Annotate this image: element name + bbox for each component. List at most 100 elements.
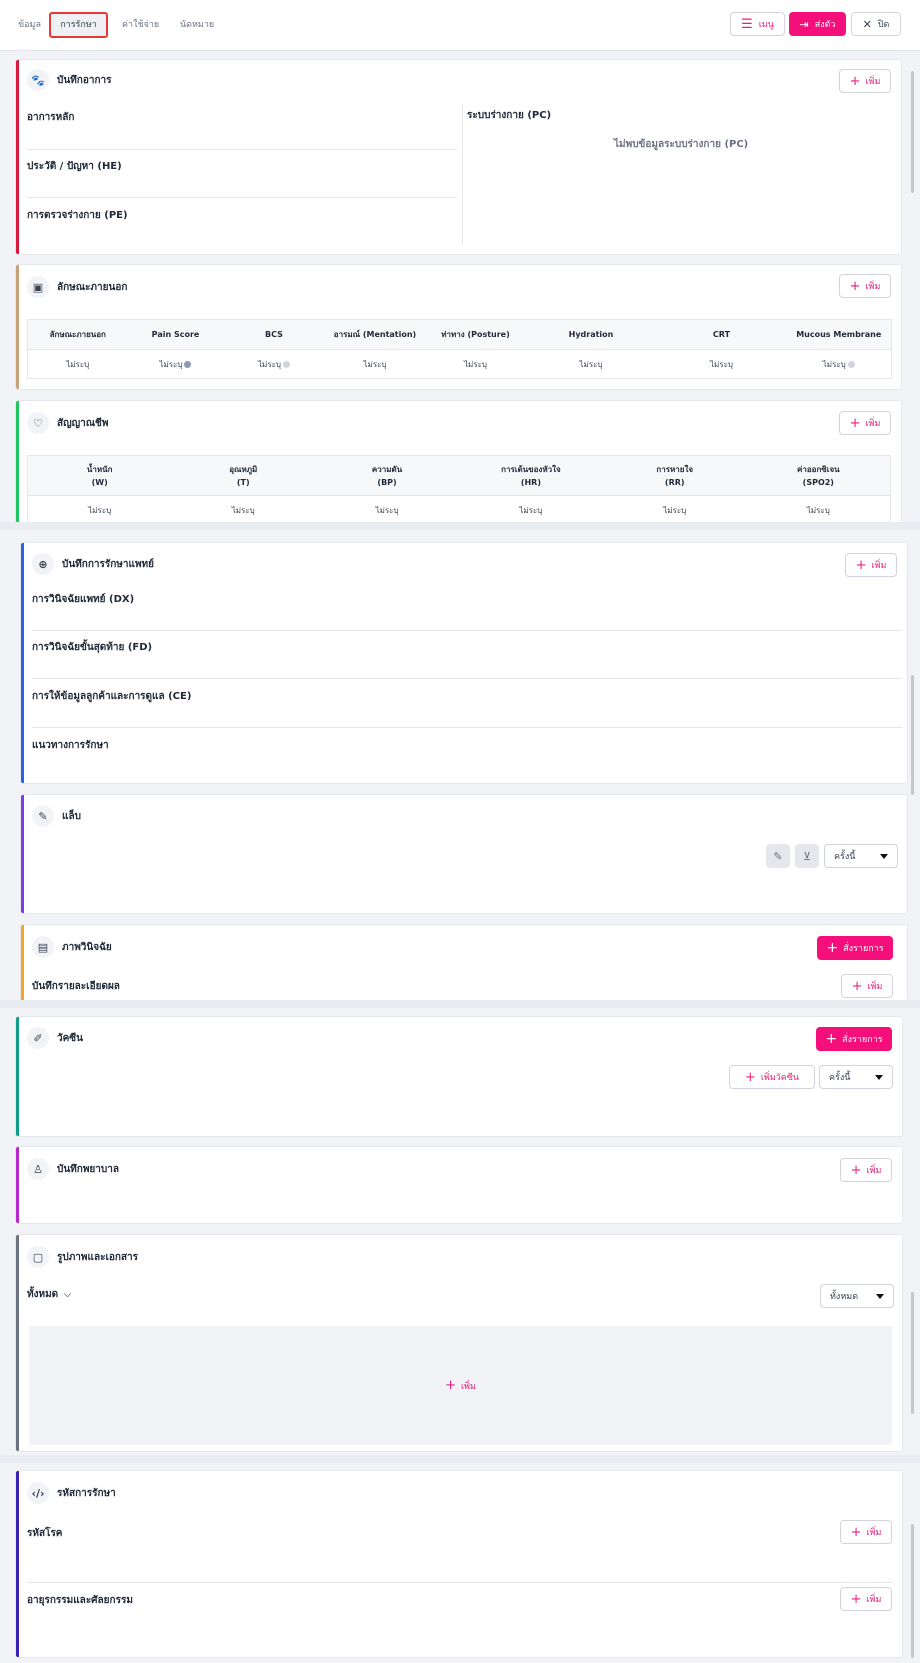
caret-down-icon xyxy=(876,1293,884,1299)
plus-icon: + xyxy=(849,73,861,89)
top-bar: ข้อมูล การรักษา ค่าใช้จ่าย นัดหมาย ☰ เมน… xyxy=(0,0,920,51)
card-accent-bar xyxy=(16,401,19,523)
chevron-down-icon: ⌵ xyxy=(64,1289,71,1300)
card-title: ภาพวินิจฉัย xyxy=(62,941,112,953)
hamburger-icon: ☰ xyxy=(741,16,753,32)
status-dot-icon xyxy=(184,360,192,368)
paw-icon: 🐾 xyxy=(27,69,49,91)
documents-card: ▢ รูปภาพและเอกสาร ทั้งหมด ⌵ ทั้งหมด + เพ… xyxy=(15,1234,903,1452)
tab-treatment[interactable]: การรักษา xyxy=(49,12,108,38)
card-title: วัคซีน xyxy=(57,1032,83,1044)
chief-complaint-label: อาการหลัก xyxy=(27,112,75,123)
scrollbar[interactable] xyxy=(911,71,914,193)
status-dot-icon xyxy=(282,360,290,368)
appearance-card: ▣ ลักษณะภายนอก + เพิ่ม ลักษณะภายนอก Pain … xyxy=(15,264,902,390)
download-icon[interactable]: ⊻ xyxy=(795,844,819,868)
plus-icon: + xyxy=(849,415,861,431)
card-title: แล็บ xyxy=(62,810,81,822)
card-title: สัญญาณชีพ xyxy=(57,417,109,429)
xray-icon: ▤ xyxy=(32,936,54,958)
card-accent-bar xyxy=(16,1471,19,1657)
medical-record-icon: ⊕ xyxy=(32,553,54,575)
add-button[interactable]: + เพิ่ม xyxy=(840,1158,892,1182)
scrollbar[interactable] xyxy=(911,1524,914,1658)
add-button[interactable]: + เพิ่ม xyxy=(840,1587,892,1611)
body-system-label: ระบบร่างกาย (PC) xyxy=(467,110,552,121)
table-header-row: น้ำหนัก (W) อุณหภูมิ (T) ความดัน (BP) การเต… xyxy=(27,455,891,496)
transfer-button[interactable]: ⇥ ส่งตัว xyxy=(789,12,846,36)
status-dot-icon xyxy=(847,360,855,368)
heartbeat-icon: ♡ xyxy=(27,412,49,434)
card-title: รหัสการรักษา xyxy=(57,1487,116,1499)
card-accent-bar xyxy=(16,1147,19,1223)
document-icon: ▢ xyxy=(27,1246,49,1268)
final-diagnosis-label: การวินิจฉัยขั้นสุดท้าย (FD) xyxy=(32,642,153,653)
order-button[interactable]: + สั่งรายการ xyxy=(816,1027,892,1051)
card-title: บันทึกอาการ xyxy=(57,74,112,86)
vaccine-card: ✐ วัคซีน + สั่งรายการ + เพิ่มวัคซีน ครั้งน… xyxy=(15,1016,903,1137)
add-button[interactable]: + เพิ่ม xyxy=(839,69,891,93)
add-button[interactable]: + เพิ่ม xyxy=(840,1520,892,1544)
add-vaccine-button[interactable]: + เพิ่มวัคซีน xyxy=(729,1065,815,1089)
disease-code-label: รหัสโรค xyxy=(27,1528,63,1539)
table-row: ไม่ระบุ ไม่ระบุ ไม่ระบุ ไม่ระบุ ไม่ระบุ … xyxy=(88,505,830,515)
plus-icon: + xyxy=(850,1162,862,1178)
card-accent-bar xyxy=(21,543,24,783)
card-title: รูปภาพและเอกสาร xyxy=(57,1251,139,1263)
caret-down-icon xyxy=(875,1074,883,1080)
treatment-plan-label: แนวทางการรักษา xyxy=(32,740,109,751)
card-accent-bar xyxy=(21,925,24,1001)
card-accent-bar xyxy=(16,265,19,389)
plus-icon: + xyxy=(825,1031,838,1047)
add-button[interactable]: + เพิ่ม xyxy=(839,411,891,435)
tab-info[interactable]: ข้อมูล xyxy=(10,12,49,38)
card-accent-bar xyxy=(16,60,19,254)
document-filter-select[interactable]: ทั้งหมด xyxy=(820,1284,894,1308)
client-education-label: การให้ข้อมูลลูกค้าและการดูแล (CE) xyxy=(32,691,192,702)
syringe-icon: ✐ xyxy=(27,1027,49,1049)
upload-dropzone[interactable]: + เพิ่ม xyxy=(29,1326,892,1445)
lab-card: ✎ แล็บ ✎ ⊻ ครั้งนี้ xyxy=(20,794,908,914)
vitals-table: น้ำหนัก (W) อุณหภูมิ (T) ความดัน (BP) การเต… xyxy=(27,455,891,523)
card-accent-bar xyxy=(21,795,24,913)
add-button[interactable]: + เพิ่ม xyxy=(839,274,891,298)
result-detail-label: บันทึกรายละเอียดผล xyxy=(32,981,120,992)
tab-appointments[interactable]: นัดหมาย xyxy=(172,12,222,38)
vitals-card: ♡ สัญญาณชีพ + เพิ่ม น้ำหนัก (W) อุณหภูมิ (T… xyxy=(15,400,902,524)
scrollbar[interactable] xyxy=(911,1292,914,1414)
order-button[interactable]: + สั่งรายการ xyxy=(817,936,893,960)
plus-icon: + xyxy=(445,1378,456,1393)
add-button[interactable]: + เพิ่ม xyxy=(845,553,897,577)
nursing-card: ♙ บันทึกพยาบาล + เพิ่ม xyxy=(15,1146,903,1224)
plus-icon: + xyxy=(851,978,863,994)
clipboard-icon: ▣ xyxy=(27,276,49,298)
plus-icon: + xyxy=(744,1069,756,1085)
treatment-card: ⊕ บันทึกการรักษาแพทย์ + เพิ่ม การวินิจฉัย… xyxy=(20,542,908,784)
card-title: บันทึกพยาบาล xyxy=(57,1163,119,1175)
tab-expenses[interactable]: ค่าใช้จ่าย xyxy=(114,12,167,38)
card-title: ลักษณะภายนอก xyxy=(57,281,128,293)
body-system-empty: ไม่พบข้อมูลระบบร่างกาย (PC) xyxy=(614,139,749,150)
card-title: บันทึกการรักษาแพทย์ xyxy=(62,558,154,570)
visit-select[interactable]: ครั้งนี้ xyxy=(824,844,898,868)
close-button[interactable]: ✕ ปิด xyxy=(851,12,901,36)
nurse-icon: ♙ xyxy=(27,1158,49,1180)
scrollbar[interactable] xyxy=(911,675,914,795)
plus-icon: + xyxy=(850,1524,862,1540)
add-button[interactable]: + เพิ่ม xyxy=(841,974,893,998)
caret-down-icon xyxy=(880,853,888,859)
category-filter[interactable]: ทั้งหมด ⌵ xyxy=(27,1287,71,1302)
card-accent-bar xyxy=(16,1017,19,1136)
table-row: ไม่ระบุ ไม่ระบุ ไม่ระบุ ไม่ระบุ ไม่ระบุ … xyxy=(28,350,892,379)
plus-icon: + xyxy=(855,557,867,573)
diagnosis-label: การวินิจฉัยแพทย์ (DX) xyxy=(32,594,135,605)
transfer-icon: ⇥ xyxy=(799,17,809,31)
appearance-table: ลักษณะภายนอก Pain Score BCS อารมณ์ (Ment… xyxy=(27,319,892,379)
menu-button[interactable]: ☰ เมนู xyxy=(730,12,785,36)
plus-icon: + xyxy=(849,278,861,294)
plus-icon: + xyxy=(850,1591,862,1607)
edit-icon[interactable]: ✎ xyxy=(766,844,790,868)
visit-select[interactable]: ครั้งนี้ xyxy=(819,1065,893,1089)
procedure-label: อายุรกรรมและศัลยกรรม xyxy=(27,1595,133,1606)
plus-icon: + xyxy=(826,940,839,956)
